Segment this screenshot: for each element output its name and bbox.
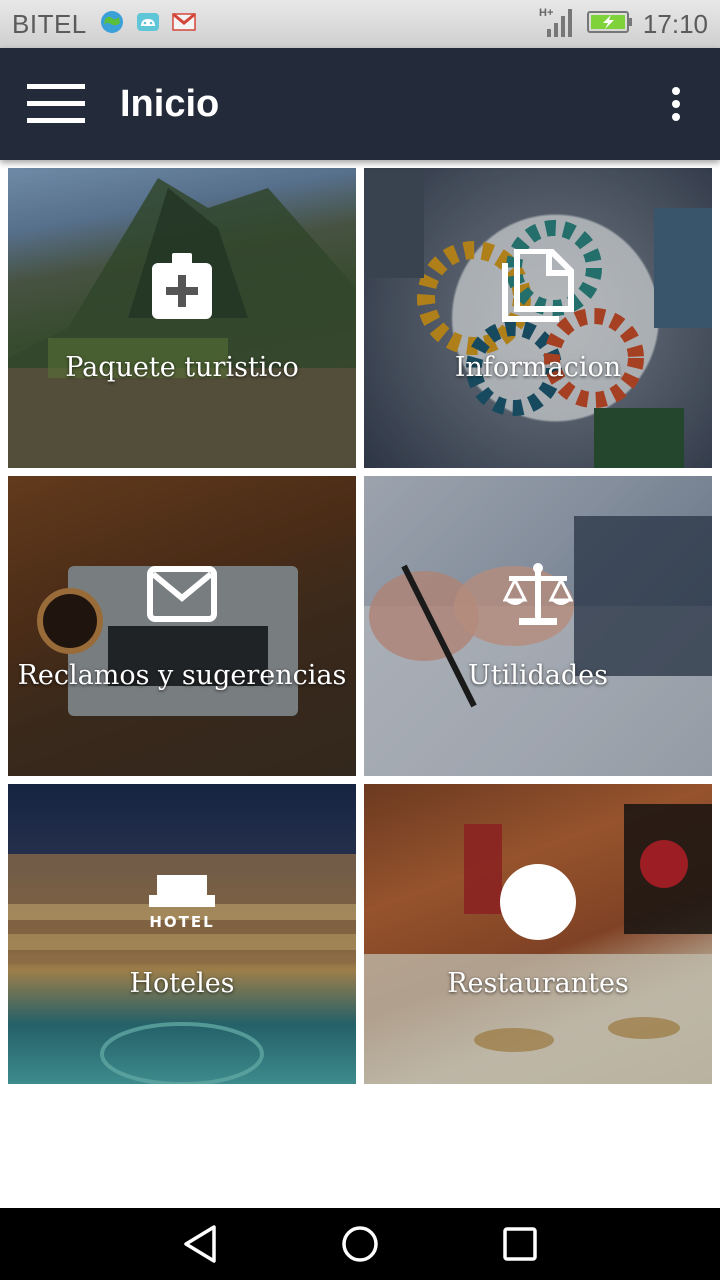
tile-label: Paquete turistico bbox=[65, 352, 299, 383]
gmail-icon bbox=[171, 9, 197, 40]
android-icon bbox=[135, 9, 161, 40]
copy-documents-icon bbox=[501, 248, 575, 327]
status-indicators: H+ 17:10 bbox=[537, 5, 708, 44]
medical-bag-icon bbox=[150, 253, 214, 323]
tile-label: Informacion bbox=[454, 352, 622, 383]
tile-reclamos-y-sugerencias[interactable]: Reclamos y sugerencias bbox=[8, 476, 356, 776]
battery-charging-icon bbox=[586, 9, 633, 40]
hotel-icon-text: HOTEL bbox=[149, 913, 214, 931]
tile-label: Restaurantes bbox=[447, 968, 629, 999]
back-icon[interactable] bbox=[160, 1208, 240, 1280]
tile-label: Utilidades bbox=[467, 660, 608, 691]
notification-icons bbox=[99, 9, 197, 40]
navigation-bar bbox=[0, 1208, 720, 1280]
mail-icon bbox=[147, 566, 217, 626]
carrier-name: BITEL bbox=[12, 8, 87, 39]
hamburger-menu-icon[interactable] bbox=[0, 48, 112, 160]
tile-shade bbox=[8, 476, 356, 776]
balance-scale-icon bbox=[502, 562, 574, 630]
home-icon[interactable] bbox=[320, 1208, 400, 1280]
recents-icon[interactable] bbox=[480, 1208, 560, 1280]
tile-hoteles[interactable]: HOTEL Hoteles bbox=[8, 784, 356, 1084]
page-title: Inicio bbox=[120, 82, 220, 125]
tile-label: Reclamos y sugerencias bbox=[17, 660, 347, 691]
white-circle-icon bbox=[499, 863, 577, 945]
network-type: H+ bbox=[539, 7, 553, 19]
tile-paquete-turistico[interactable]: Paquete turistico bbox=[8, 168, 356, 468]
clock: 17:10 bbox=[642, 8, 708, 39]
app-bar: Inicio bbox=[0, 48, 720, 160]
status-bar: BITEL H+ 17:10 bbox=[0, 0, 720, 48]
tile-utilidades[interactable]: Utilidades bbox=[364, 476, 712, 776]
tile-label: Hoteles bbox=[129, 968, 235, 999]
tile-restaurantes[interactable]: Restaurantes bbox=[364, 784, 712, 1084]
more-vert-icon[interactable] bbox=[632, 48, 720, 160]
signal-icon: H+ bbox=[537, 5, 577, 44]
globe-app-icon bbox=[99, 9, 125, 40]
hotel-icon: HOTEL bbox=[147, 873, 217, 935]
tile-informacion[interactable]: Informacion bbox=[364, 168, 712, 468]
